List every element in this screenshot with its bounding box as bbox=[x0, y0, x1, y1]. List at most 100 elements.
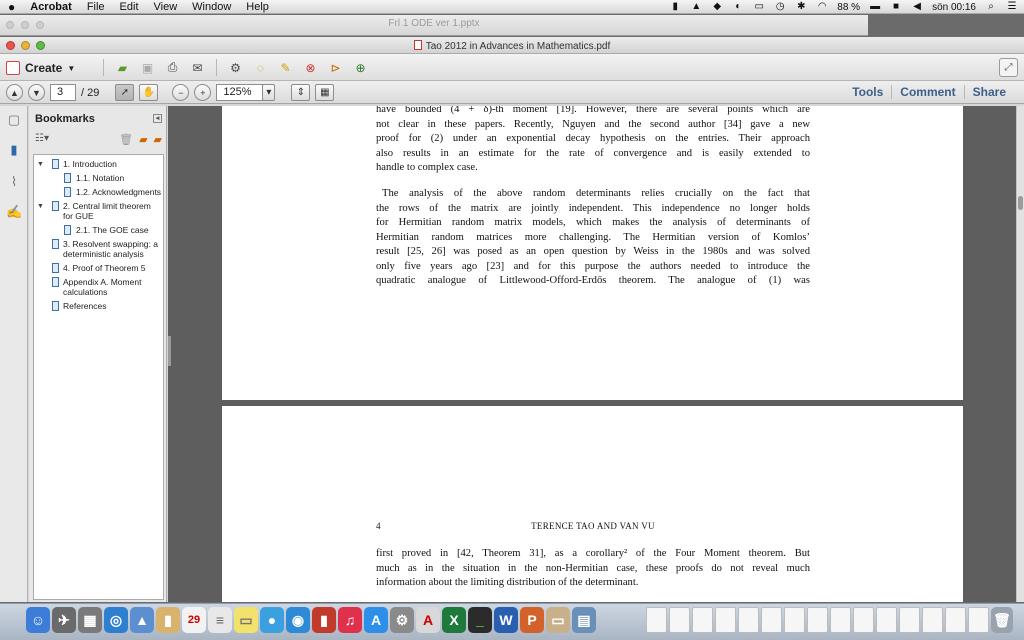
export-page-icon[interactable]: ⊳ bbox=[326, 59, 345, 76]
panel-splitter-handle[interactable] bbox=[168, 336, 171, 366]
window-titlebar[interactable]: Tao 2012 in Advances in Mathematics.pdf bbox=[0, 37, 1024, 54]
notification-icon[interactable]: ▮ bbox=[669, 2, 681, 12]
tools-pane-button[interactable]: Tools bbox=[844, 85, 891, 99]
scrollbar-thumb[interactable] bbox=[1018, 196, 1023, 210]
delete-bookmark-icon[interactable]: 🗑 bbox=[119, 133, 133, 146]
launchpad-icon[interactable]: ✈ bbox=[52, 607, 76, 633]
document-icon[interactable] bbox=[715, 607, 736, 633]
volume-icon[interactable]: ◀ bbox=[911, 2, 923, 12]
display-icon[interactable]: ▭ bbox=[753, 2, 765, 12]
create-button[interactable]: Create ▼ bbox=[6, 58, 75, 78]
image-viewer-icon[interactable]: ▭ bbox=[546, 607, 570, 633]
highlight-icon[interactable]: ✎ bbox=[276, 59, 295, 76]
bookmarks-icon[interactable]: ▮ bbox=[6, 142, 22, 158]
battery-icon[interactable]: ▬ bbox=[869, 2, 881, 12]
comment-pane-button[interactable]: Comment bbox=[891, 85, 963, 99]
document-icon[interactable] bbox=[968, 607, 989, 633]
menu-clock[interactable]: sön 00:16 bbox=[932, 2, 976, 13]
hand-tool-icon[interactable]: ✋ bbox=[139, 84, 159, 101]
fit-width-icon[interactable]: ▦ bbox=[315, 84, 335, 101]
fit-page-icon[interactable]: ⇕ bbox=[291, 84, 311, 101]
previous-page-up-arrow-icon[interactable]: ▲ bbox=[6, 84, 23, 101]
app-store-icon[interactable]: A bbox=[364, 607, 388, 633]
bookmark-item[interactable]: 2.1. The GOE case bbox=[34, 225, 163, 235]
bookmark-item[interactable]: References bbox=[34, 301, 163, 311]
document-icon[interactable] bbox=[784, 607, 805, 633]
expand-triangle-icon[interactable]: ▼ bbox=[37, 160, 44, 170]
safari-icon[interactable]: ◎ bbox=[104, 607, 128, 633]
spotlight-search-icon[interactable]: ⌕ bbox=[985, 2, 997, 12]
finder-icon[interactable]: ☺ bbox=[26, 607, 50, 633]
menu-window[interactable]: Window bbox=[192, 1, 231, 13]
input-menu-icon[interactable]: ■ bbox=[890, 2, 902, 12]
menu-edit[interactable]: Edit bbox=[120, 1, 139, 13]
save-icon[interactable]: ▣ bbox=[138, 59, 157, 76]
bookmark-item[interactable]: Appendix A. Moment calculations bbox=[34, 277, 163, 297]
bookmark-item[interactable]: 1.1. Notation bbox=[34, 173, 163, 183]
sync-icon[interactable]: ◐ bbox=[732, 2, 744, 12]
utility-app-icon[interactable]: ▤ bbox=[572, 607, 596, 633]
calendar-icon[interactable]: 29 bbox=[182, 607, 206, 633]
document-icon[interactable] bbox=[899, 607, 920, 633]
document-icon[interactable] bbox=[692, 607, 713, 633]
document-icon[interactable] bbox=[761, 607, 782, 633]
dropbox-icon[interactable]: ◆ bbox=[711, 2, 723, 12]
acrobat-icon[interactable]: A bbox=[416, 607, 440, 633]
document-icon[interactable] bbox=[646, 607, 667, 633]
vertical-scrollbar[interactable] bbox=[1016, 106, 1024, 602]
photo-booth-icon[interactable]: ▮ bbox=[312, 607, 336, 633]
zoom-dropdown-chevron-icon[interactable]: ▾ bbox=[262, 84, 276, 101]
wifi-icon[interactable]: ◠ bbox=[816, 2, 828, 12]
document-icon[interactable] bbox=[922, 607, 943, 633]
zoom-in-plus-icon[interactable]: + bbox=[194, 84, 212, 101]
messages-icon[interactable]: ● bbox=[260, 607, 284, 633]
document-viewer[interactable]: have bounded (4 + δ)-th moment [19]. How… bbox=[168, 106, 1016, 602]
mission-control-icon[interactable]: ▦ bbox=[78, 607, 102, 633]
menu-app-name[interactable]: Acrobat bbox=[30, 1, 72, 13]
trash-icon[interactable]: 🗑 bbox=[991, 607, 1013, 633]
menu-file[interactable]: File bbox=[87, 1, 105, 13]
bookmark-item[interactable]: ▼ 1. Introduction bbox=[34, 159, 163, 169]
excel-icon[interactable]: X bbox=[442, 607, 466, 633]
bookmark-item[interactable]: 3. Resolvent swapping: a deterministic a… bbox=[34, 239, 163, 259]
select-tool-arrow-icon[interactable]: ➚ bbox=[115, 84, 135, 101]
facetime-icon[interactable]: ◉ bbox=[286, 607, 310, 633]
full-screen-icon[interactable]: ⤢ bbox=[999, 58, 1018, 77]
zoom-level-input[interactable]: 125% bbox=[216, 84, 264, 101]
document-icon[interactable] bbox=[853, 607, 874, 633]
page-thumbnails-icon[interactable]: ▢ bbox=[6, 112, 22, 128]
system-preferences-icon[interactable]: ⚙ bbox=[390, 607, 414, 633]
settings-gear-icon[interactable]: ⚙ bbox=[226, 59, 245, 76]
open-folder-icon[interactable]: ▰ bbox=[113, 59, 132, 76]
expand-triangle-icon[interactable]: ▼ bbox=[37, 202, 44, 212]
background-window[interactable]: Frl 1 ODE ver 1.pptx bbox=[0, 15, 868, 36]
reminders-icon[interactable]: ≡ bbox=[208, 607, 232, 633]
document-icon[interactable] bbox=[876, 607, 897, 633]
bookmark-item[interactable]: 4. Proof of Theorem 5 bbox=[34, 263, 163, 273]
notes-icon[interactable]: ▭ bbox=[234, 607, 258, 633]
menu-help[interactable]: Help bbox=[246, 1, 269, 13]
new-bookmark-icon[interactable]: ▰ bbox=[139, 133, 147, 146]
delete-page-icon[interactable]: ⊗ bbox=[301, 59, 320, 76]
print-icon[interactable]: ⎙ bbox=[163, 59, 182, 76]
attachments-paperclip-icon[interactable]: ⌇ bbox=[6, 174, 22, 190]
document-icon[interactable] bbox=[807, 607, 828, 633]
document-icon[interactable] bbox=[945, 607, 966, 633]
share-pane-button[interactable]: Share bbox=[963, 85, 1014, 99]
email-icon[interactable]: ✉ bbox=[188, 59, 207, 76]
bookmark-options-icon[interactable]: ☷▾ bbox=[35, 133, 49, 144]
collapse-panel-icon[interactable]: ◂ bbox=[153, 114, 162, 123]
signatures-icon[interactable]: ✍ bbox=[6, 204, 22, 220]
eject-icon[interactable]: ▲ bbox=[690, 2, 702, 12]
next-page-down-arrow-icon[interactable]: ▼ bbox=[28, 84, 45, 101]
insert-page-icon[interactable]: ⊕ bbox=[351, 59, 370, 76]
powerpoint-icon[interactable]: P bbox=[520, 607, 544, 633]
terminal-icon[interactable]: _ bbox=[468, 607, 492, 633]
zoom-out-minus-icon[interactable]: − bbox=[172, 84, 190, 101]
document-icon[interactable] bbox=[830, 607, 851, 633]
bookmark-item[interactable]: ▼ 2. Central limit theorem for GUE bbox=[34, 201, 163, 221]
notification-center-icon[interactable]: ☰ bbox=[1006, 2, 1018, 12]
contacts-icon[interactable]: ▮ bbox=[156, 607, 180, 633]
preview-icon[interactable]: ▲ bbox=[130, 607, 154, 633]
time-machine-icon[interactable]: ◷ bbox=[774, 2, 786, 12]
